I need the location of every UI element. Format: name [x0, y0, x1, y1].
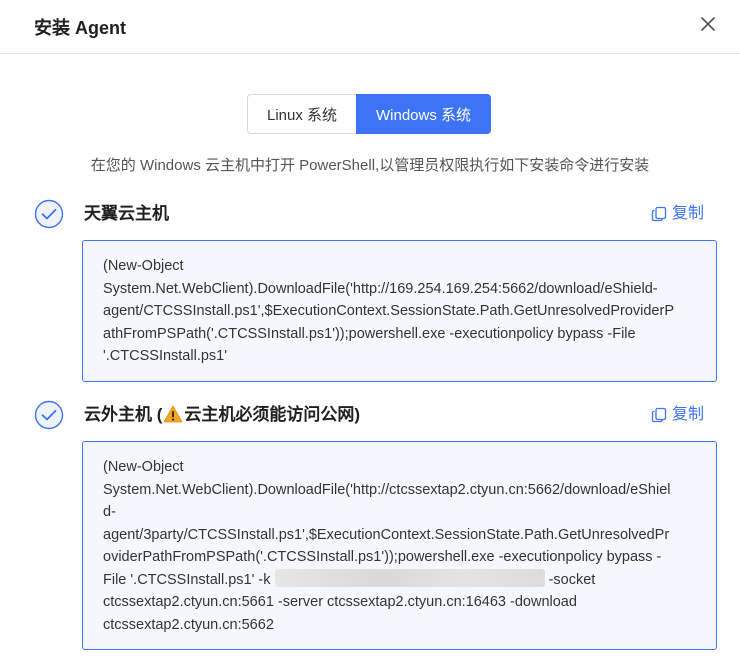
command-line: athFromPSPath('.CTCSSInstall.ps1'));powe…	[103, 325, 636, 342]
command-line: System.Net.WebClient).DownloadFile('http…	[103, 481, 671, 498]
section-title: 云外主机 ( 云主机必须能访问公网)	[84, 404, 360, 426]
tab-windows[interactable]: Windows 系统	[356, 94, 491, 134]
install-instruction: 在您的 Windows 云主机中打开 PowerShell,以管理员权限执行如下…	[90, 157, 650, 174]
os-segmented-control: Linux 系统 Windows 系统	[247, 94, 491, 134]
check-circle-icon	[34, 400, 64, 430]
section-ctyun-host-header: 天翼云主机 复制	[34, 199, 706, 231]
command-line: '.CTCSSInstall.ps1'	[103, 348, 227, 364]
command-line: agent/CTCSSInstall.ps1',$ExecutionContex…	[103, 303, 674, 319]
command-line: (New-Object	[103, 258, 184, 274]
command-line: agent/3party/CTCSSInstall.ps1',$Executio…	[103, 526, 670, 543]
section-title-prefix: 云外主机 (	[84, 405, 163, 424]
redacted-key	[274, 568, 545, 587]
warning-icon	[163, 405, 183, 423]
copy-button[interactable]: 复制	[651, 404, 704, 426]
command-line: (New-Object	[103, 459, 184, 475]
close-icon[interactable]	[698, 14, 718, 34]
copy-label: 复制	[671, 205, 704, 222]
command-box-external[interactable]: (New-Object System.Net.WebClient).Downlo…	[82, 441, 717, 650]
copy-button[interactable]: 复制	[651, 203, 704, 225]
command-box-ctyun[interactable]: (New-Object System.Net.WebClient).Downlo…	[82, 240, 717, 382]
command-line: d-	[103, 504, 116, 520]
key-line-suffix: -socket	[548, 571, 596, 588]
command-line-key: File '.CTCSSInstall.ps1' -k -socket	[103, 568, 696, 592]
section-title-warning: 云主机必须能访问公网)	[184, 405, 361, 424]
install-agent-dialog: 安装 Agent Linux 系统 Windows 系统 在您的 Windows…	[0, 0, 740, 667]
check-circle-icon	[34, 199, 64, 229]
copy-icon	[651, 407, 667, 423]
section-external-host-header: 云外主机 ( 云主机必须能访问公网) 复制	[34, 400, 706, 432]
command-line: ctcssextap2.ctyun.cn:5662	[103, 616, 274, 633]
tab-linux[interactable]: Linux 系统	[247, 94, 356, 134]
command-line: System.Net.WebClient).DownloadFile('http…	[103, 280, 658, 297]
command-line: oviderPathFromPSPath('.CTCSSInstall.ps1'…	[103, 549, 662, 565]
section-title: 天翼云主机	[84, 204, 169, 223]
copy-icon	[651, 206, 667, 222]
copy-label: 复制	[671, 406, 704, 423]
key-line-prefix: File '.CTCSSInstall.ps1' -k	[103, 571, 271, 588]
command-line: ctcssextap2.ctyun.cn:5661 -server ctcsse…	[103, 594, 577, 610]
dialog-title: 安装 Agent	[34, 18, 126, 38]
dialog-header: 安装 Agent	[0, 0, 740, 54]
